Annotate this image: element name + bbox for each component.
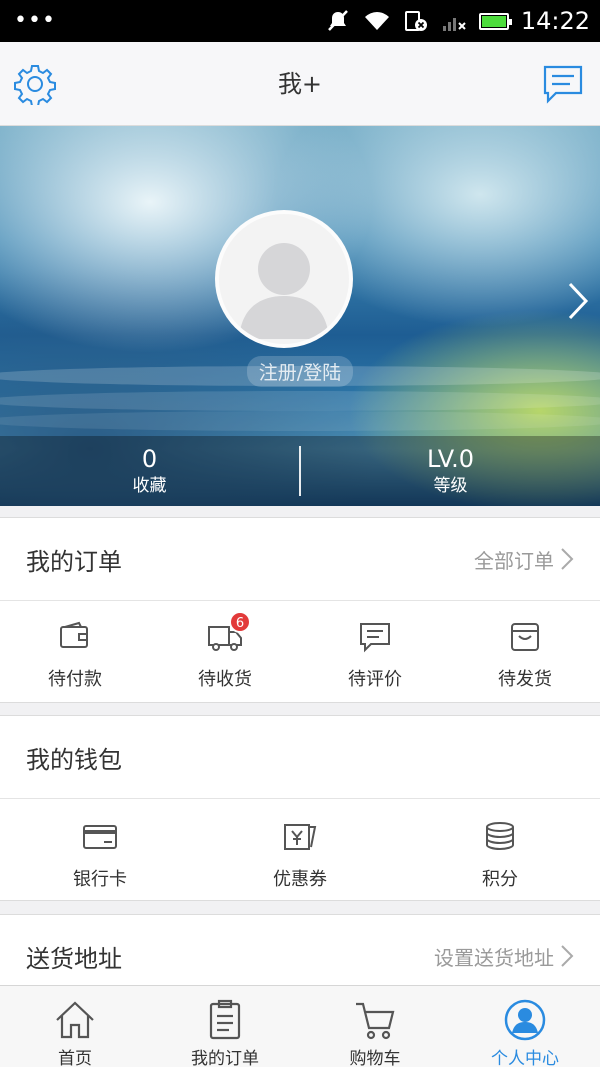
login-link-wrap: 注册/登陆 [0, 356, 600, 387]
home-icon [56, 1001, 94, 1039]
set-address-link[interactable]: 设置送货地址 [434, 942, 574, 971]
bank-card-icon [83, 825, 117, 849]
wallet-grid: 银行卡 优惠券 积分 [0, 799, 600, 901]
bottom-tab-bar: 首页 我的订单 购物车 个人中心 [0, 985, 600, 1067]
profile-hero: 注册/登陆 0 收藏 LV.0 等级 [0, 126, 600, 506]
section-title: 我的订单 [26, 547, 122, 576]
comment-icon [360, 623, 390, 653]
order-pending-review[interactable]: 待评价 [300, 621, 450, 702]
orders-section: 我的订单 全部订单 待付款 6 待收货 待评价 待发货 [0, 517, 600, 703]
order-pending-payment[interactable]: 待付款 [0, 621, 150, 702]
page-title: 我+ [277, 70, 323, 98]
order-label: 待收货 [198, 669, 252, 690]
mute-icon [327, 10, 348, 31]
tab-profile[interactable]: 个人中心 [450, 986, 600, 1067]
box-icon [511, 623, 539, 651]
cart-icon [356, 1002, 395, 1040]
chevron-right-icon[interactable] [566, 281, 590, 321]
stat-label: 等级 [433, 476, 468, 496]
wallet-header[interactable]: 我的钱包 [0, 715, 600, 799]
title-bar: 我+ [0, 42, 600, 126]
water-highlight [0, 411, 600, 431]
chevron-right-icon [561, 548, 574, 570]
water-highlight [0, 391, 600, 411]
coins-icon [486, 822, 514, 851]
profile-stats: 0 收藏 LV.0 等级 [0, 436, 600, 506]
tab-home[interactable]: 首页 [0, 986, 150, 1067]
clock: 14:22 [520, 7, 590, 35]
wallet-bank-card[interactable]: 银行卡 [0, 821, 200, 900]
wifi-icon [364, 12, 389, 30]
stat-level[interactable]: LV.0 等级 [301, 444, 600, 498]
set-address-label: 设置送货地址 [434, 945, 554, 970]
tab-label: 我的订单 [191, 1049, 259, 1067]
all-orders-link[interactable]: 全部订单 [474, 545, 574, 574]
battery-icon [478, 12, 512, 30]
user-icon [504, 999, 546, 1041]
message-icon[interactable] [542, 64, 584, 104]
status-icons: 14:22 [325, 7, 590, 35]
chevron-right-icon [561, 945, 574, 967]
tab-cart[interactable]: 购物车 [300, 986, 450, 1067]
order-label: 待发货 [498, 669, 552, 690]
wallet-label: 积分 [482, 869, 518, 890]
default-user-icon [239, 243, 329, 339]
signal-icon [442, 18, 466, 31]
clipboard-icon [209, 999, 241, 1040]
section-title: 送货地址 [26, 944, 122, 973]
section-title: 我的钱包 [26, 745, 122, 774]
wallet-coupon[interactable]: 优惠券 [200, 821, 400, 900]
order-count-badge: 6 [229, 611, 251, 633]
order-pending-receipt[interactable]: 6 待收货 [150, 611, 300, 702]
stat-value: 0 [141, 445, 158, 473]
stat-favorites[interactable]: 0 收藏 [0, 444, 299, 498]
wallet-icon [60, 621, 88, 648]
wallet-points[interactable]: 积分 [400, 821, 600, 900]
sim-icon [404, 11, 427, 31]
tab-label: 购物车 [349, 1049, 401, 1067]
overflow-dots: ••• [14, 8, 56, 33]
avatar[interactable] [215, 210, 353, 348]
orders-header[interactable]: 我的订单 全部订单 [0, 517, 600, 601]
divider [299, 446, 301, 496]
register-login-button[interactable]: 注册/登陆 [246, 356, 354, 387]
all-orders-label: 全部订单 [474, 548, 554, 573]
order-label: 待评价 [348, 669, 402, 690]
tab-my-orders[interactable]: 我的订单 [150, 986, 300, 1067]
coupon-icon [284, 824, 317, 850]
order-label: 待付款 [48, 669, 102, 690]
wallet-section: 我的钱包 银行卡 优惠券 积分 [0, 715, 600, 901]
orders-grid: 待付款 6 待收货 待评价 待发货 [0, 601, 600, 703]
tab-label: 首页 [58, 1049, 92, 1067]
stat-value: LV.0 [427, 445, 474, 473]
order-pending-shipment[interactable]: 待发货 [450, 621, 600, 702]
stat-label: 收藏 [132, 476, 167, 496]
tab-label: 个人中心 [491, 1049, 559, 1067]
status-bar: ••• 14:22 [0, 0, 600, 42]
wallet-label: 银行卡 [73, 869, 127, 890]
wallet-label: 优惠券 [273, 869, 327, 890]
